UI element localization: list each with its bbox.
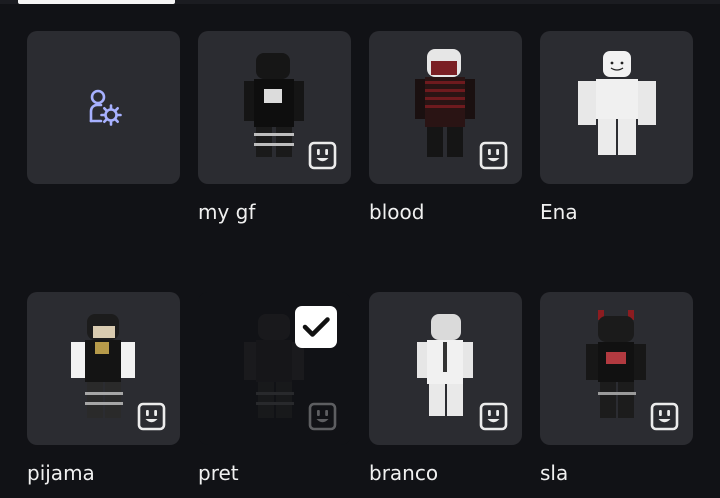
outfit-card[interactable] [540,292,693,445]
outfit-tile-pijama[interactable]: pijama [27,292,180,485]
tab-bar [0,0,720,4]
outfit-name: my gf [198,200,256,224]
outfit-name: sla [540,461,569,485]
emote-face-icon[interactable] [137,402,166,431]
avatar-thumbnail [578,51,656,155]
outfit-tile-sla[interactable]: sla [540,292,693,485]
outfit-tile-my-gf[interactable]: my gf [198,31,351,224]
selected-checkbox[interactable] [295,306,337,348]
outfit-tile-pret[interactable]: pret [198,292,351,485]
outfit-tile-branco[interactable]: branco [369,292,522,485]
outfit-name: pijama [27,461,95,485]
create-outfit-tile[interactable] [27,31,180,184]
outfit-name: Ena [540,200,578,224]
emote-face-icon[interactable] [479,402,508,431]
create-outfit-icon [89,89,122,126]
outfit-card[interactable] [540,31,693,184]
outfit-card-selected[interactable] [198,292,351,445]
outfit-card[interactable] [27,292,180,445]
emote-face-icon[interactable] [479,141,508,170]
outfit-name: branco [369,461,439,485]
outfit-tile-ena[interactable]: Ena [540,31,693,224]
active-tab-indicator [18,0,175,4]
outfit-card[interactable] [198,31,351,184]
outfit-tile-blood[interactable]: blood [369,31,522,224]
create-outfit-card[interactable] [27,31,180,184]
emote-face-icon[interactable] [308,141,337,170]
outfit-card[interactable] [369,292,522,445]
outfit-name: pret [198,461,239,485]
emote-face-icon[interactable] [650,402,679,431]
checkmark-icon [302,317,330,337]
outfit-name: blood [369,200,425,224]
outfit-card[interactable] [369,31,522,184]
emote-face-icon[interactable] [308,402,337,431]
